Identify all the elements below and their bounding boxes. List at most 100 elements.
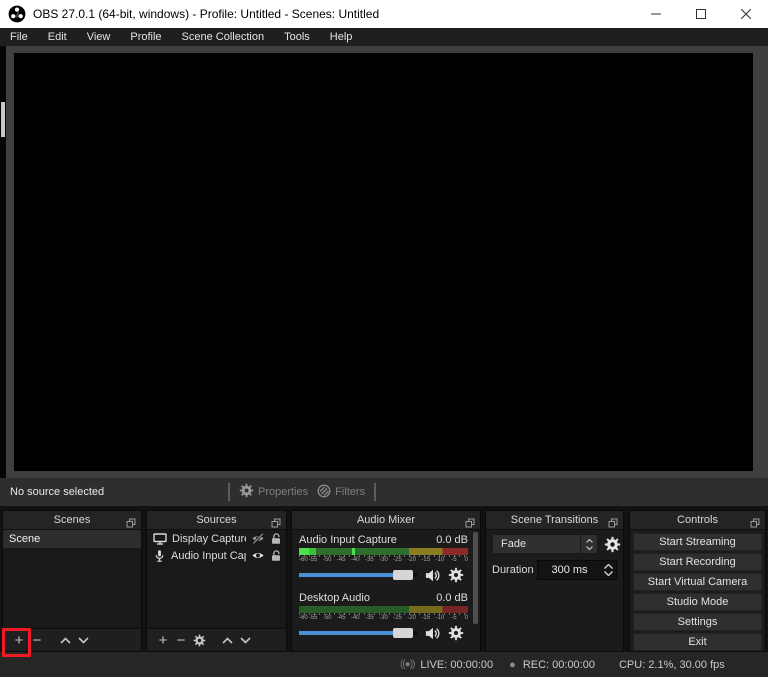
combo-arrows[interactable]: [580, 535, 597, 553]
start-streaming-button[interactable]: Start Streaming: [633, 533, 762, 551]
scenes-header[interactable]: Scenes: [3, 511, 141, 530]
unlock-icon[interactable]: [270, 549, 282, 562]
menu-profile[interactable]: Profile: [120, 28, 171, 46]
duration-spinbox[interactable]: 300 ms: [537, 560, 617, 580]
dock-float-icon[interactable]: [271, 515, 281, 533]
tick-label: -20: [407, 557, 416, 563]
cpu-fps-stats: CPU: 2.1%, 30.00 fps: [619, 659, 725, 671]
dock-float-icon[interactable]: [126, 515, 136, 533]
menu-view[interactable]: View: [77, 28, 121, 46]
close-button[interactable]: [723, 0, 768, 28]
left-scrollbar-handle[interactable]: [1, 102, 5, 137]
preview-area: [0, 46, 768, 478]
scene-transitions-header[interactable]: Scene Transitions: [486, 511, 623, 530]
speaker-icon[interactable]: [424, 567, 441, 584]
menu-help[interactable]: Help: [320, 28, 363, 46]
tick-label: -15: [421, 557, 430, 563]
remove-scene-button[interactable]: −: [28, 633, 46, 648]
sources-title: Sources: [196, 514, 236, 526]
eye-icon[interactable]: [251, 549, 265, 562]
menu-edit[interactable]: Edit: [38, 28, 77, 46]
sources-header[interactable]: Sources: [147, 511, 286, 530]
controls-body: Start Streaming Start Recording Start Vi…: [630, 530, 765, 653]
studio-mode-button[interactable]: Studio Mode: [633, 593, 762, 611]
no-source-status: No source selected: [10, 486, 104, 498]
mixer-channel-level: 0.0 dB: [436, 650, 468, 651]
move-source-down-button[interactable]: [236, 637, 254, 644]
dock-float-icon[interactable]: [750, 515, 760, 533]
menu-file[interactable]: File: [0, 28, 38, 46]
source-list-item[interactable]: Display Capture: [147, 530, 286, 547]
mixer-scrollbar[interactable]: [473, 532, 478, 624]
tick-label: -25: [393, 615, 402, 621]
sources-panel: Sources Display Capture: [146, 510, 287, 652]
source-properties-gear-icon[interactable]: [190, 634, 208, 647]
duration-label: Duration: [492, 564, 532, 576]
start-virtual-camera-button[interactable]: Start Virtual Camera: [633, 573, 762, 591]
volume-slider[interactable]: [299, 624, 417, 642]
unlock-icon[interactable]: [270, 532, 282, 545]
tick-label: -45: [337, 557, 346, 563]
move-scene-up-button[interactable]: [56, 637, 74, 644]
broadcast-icon: ((●)): [400, 659, 414, 670]
volume-slider[interactable]: [299, 566, 417, 584]
speaker-icon[interactable]: [424, 625, 441, 642]
tick-label: 0: [465, 615, 468, 621]
move-source-up-button[interactable]: [218, 637, 236, 644]
source-list: Display Capture Audio Input Capture: [147, 530, 286, 628]
source-name: Display Capture: [172, 533, 246, 545]
slider-handle[interactable]: [393, 628, 413, 638]
mixer-channel-name: Desktop Audio: [299, 592, 370, 604]
dock-area: Scenes Scene + −: [0, 506, 768, 652]
rec-dot-icon: ●: [509, 659, 516, 671]
tick-label: -10: [435, 615, 444, 621]
tick-label: -50: [323, 557, 332, 563]
scenes-title: Scenes: [54, 514, 91, 526]
filters-button[interactable]: Filters: [317, 484, 365, 501]
transition-gear-icon[interactable]: [604, 534, 621, 554]
separator: [374, 483, 376, 501]
volume-meter: [299, 606, 468, 613]
scene-transitions-title: Scene Transitions: [511, 514, 598, 526]
source-list-item[interactable]: Audio Input Capture: [147, 547, 286, 564]
channel-gear-icon[interactable]: [448, 567, 464, 583]
transition-select[interactable]: Fade: [492, 534, 598, 554]
move-scene-down-button[interactable]: [74, 637, 92, 644]
maximize-button[interactable]: [678, 0, 723, 28]
tick-label: -5: [451, 557, 456, 563]
remove-source-button[interactable]: −: [172, 633, 190, 648]
slider-handle[interactable]: [393, 570, 413, 580]
audio-mixer-header[interactable]: Audio Mixer: [292, 511, 480, 530]
minimize-button[interactable]: [633, 0, 678, 28]
add-scene-button[interactable]: +: [10, 633, 28, 648]
eye-off-icon[interactable]: [251, 532, 265, 545]
rec-timer: REC: 00:00:00: [523, 659, 595, 671]
filters-icon: [317, 484, 331, 501]
add-source-button[interactable]: +: [154, 633, 172, 648]
menu-scene-collection[interactable]: Scene Collection: [172, 28, 275, 46]
audio-mixer-body: Audio Input Capture 0.0 dB -60 -55 -50 -…: [292, 530, 480, 651]
scene-transitions-panel: Scene Transitions Fade: [485, 510, 624, 652]
controls-title: Controls: [677, 514, 718, 526]
menu-tools[interactable]: Tools: [274, 28, 320, 46]
controls-header[interactable]: Controls: [630, 511, 765, 530]
left-scrollbar[interactable]: [0, 46, 6, 478]
transitions-body: Fade Duration 300 ms: [486, 530, 623, 651]
channel-gear-icon[interactable]: [448, 625, 464, 641]
mixer-channel-level: 0.0 dB: [436, 534, 468, 546]
exit-button[interactable]: Exit: [633, 633, 762, 651]
preview-canvas[interactable]: [14, 53, 753, 471]
scene-list-item[interactable]: Scene: [3, 530, 141, 548]
start-recording-button[interactable]: Start Recording: [633, 553, 762, 571]
filters-label: Filters: [335, 486, 365, 498]
source-toolbar: No source selected Properties Filters: [0, 478, 768, 506]
dock-float-icon[interactable]: [608, 515, 618, 533]
settings-button[interactable]: Settings: [633, 613, 762, 631]
properties-button[interactable]: Properties: [239, 483, 308, 501]
separator: [228, 483, 230, 501]
duration-spin-arrows[interactable]: [601, 561, 616, 579]
tick-label: -50: [323, 615, 332, 621]
scenes-panel: Scenes Scene + −: [2, 510, 142, 652]
window-controls: [633, 0, 768, 28]
tick-label: -25: [393, 557, 402, 563]
